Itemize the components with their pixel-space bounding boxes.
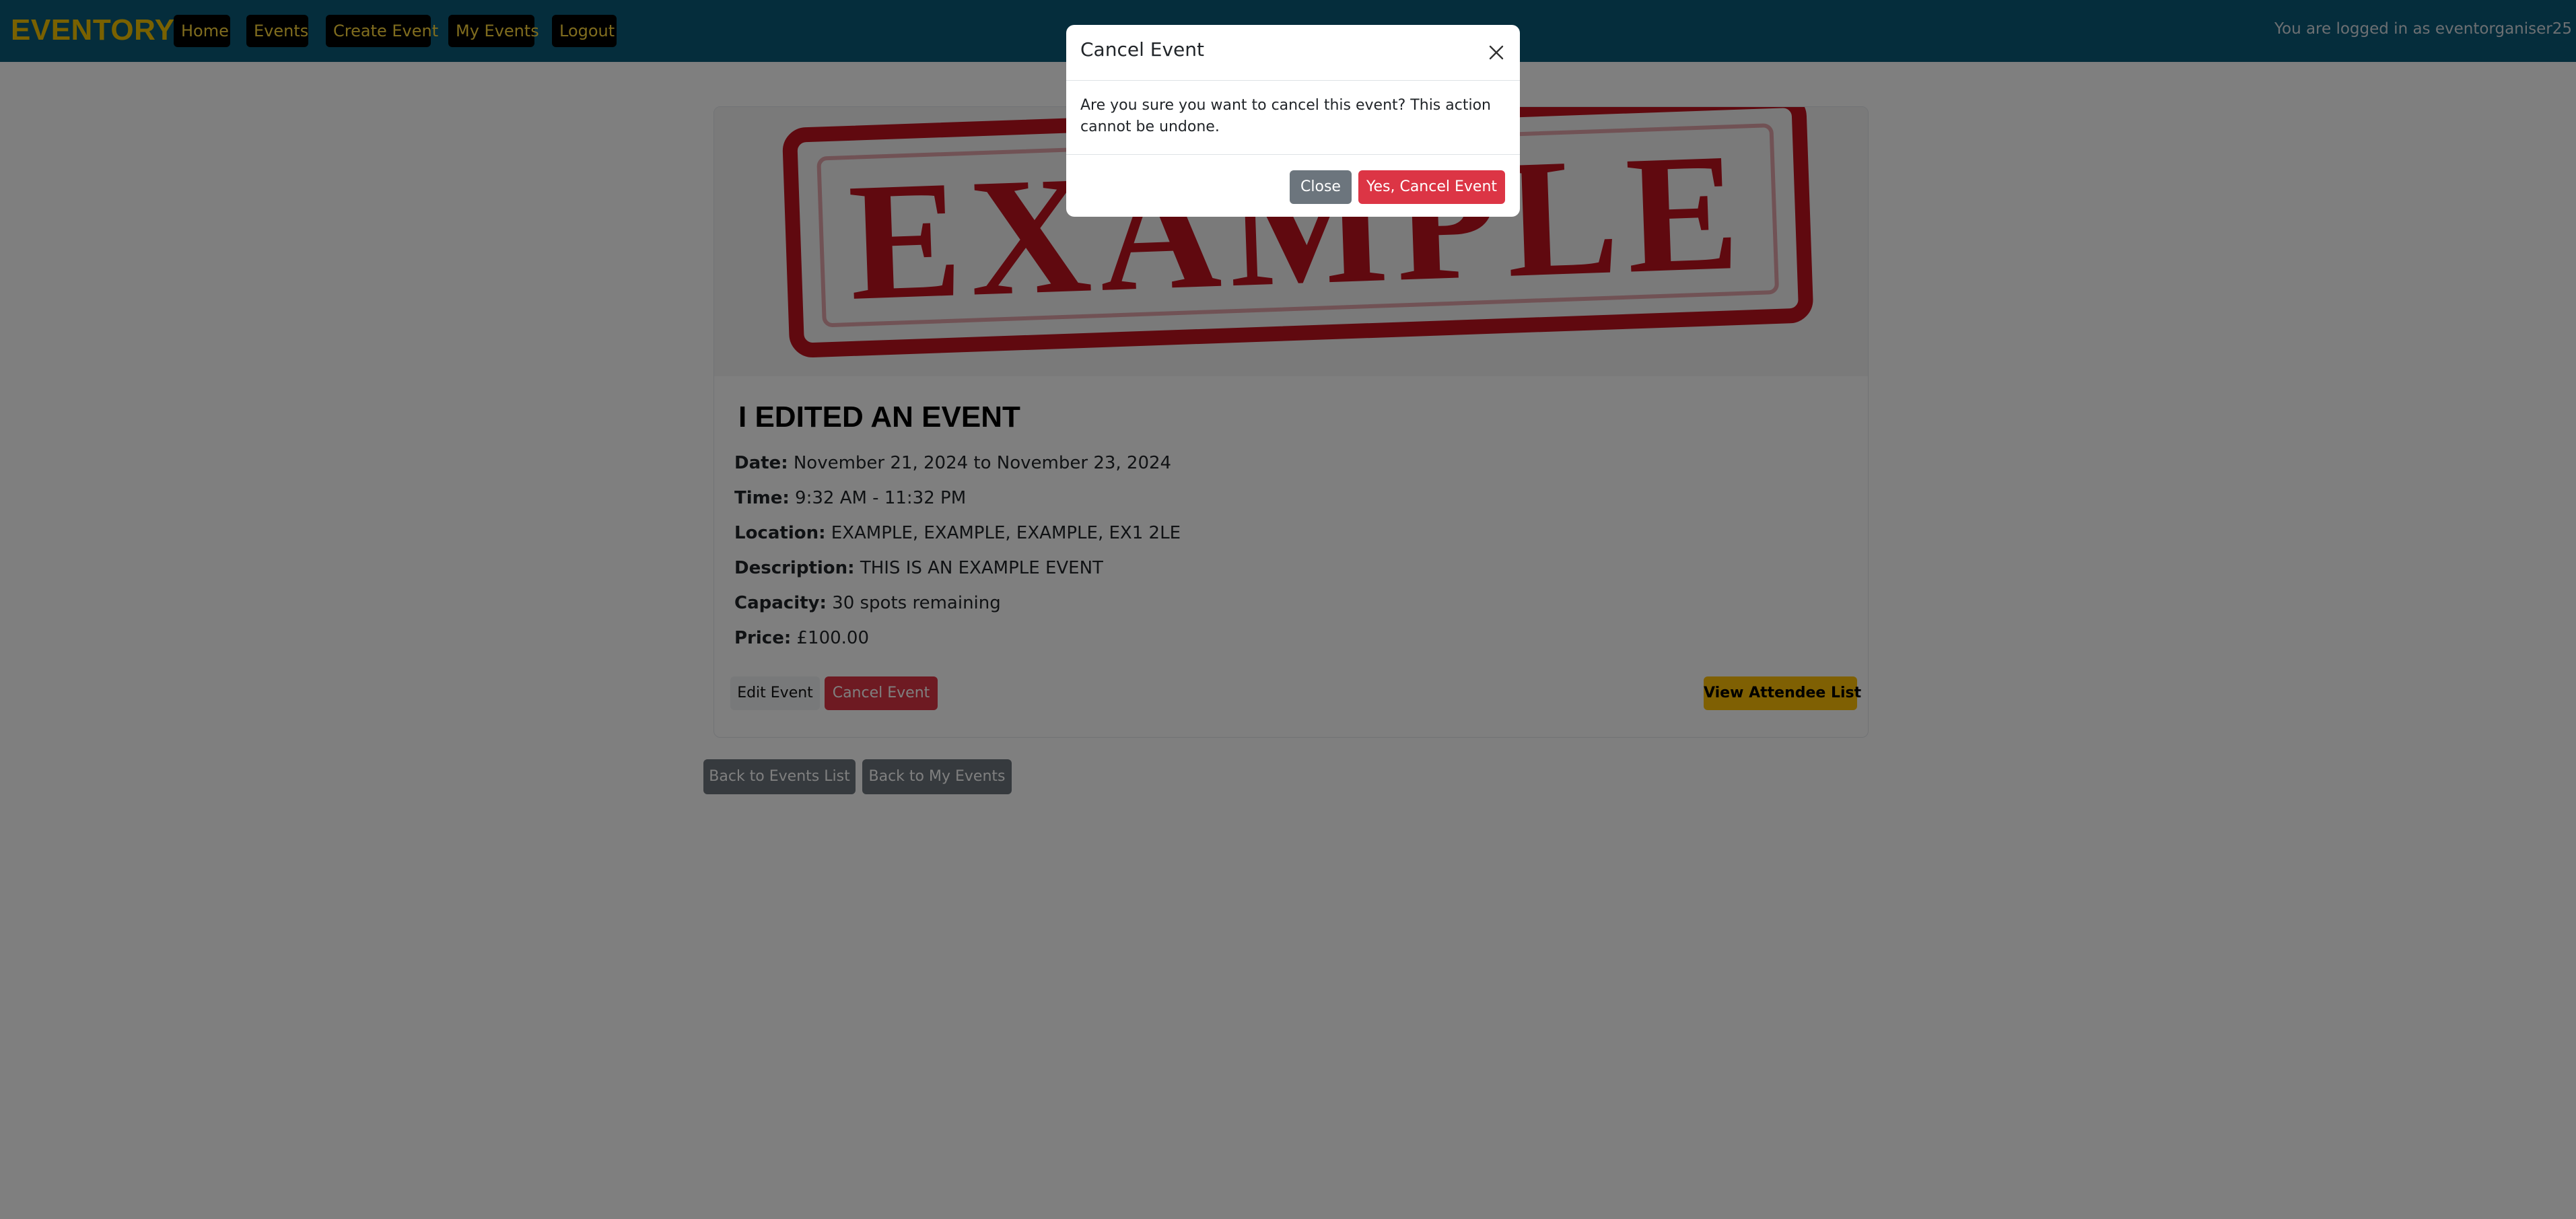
modal-header-divider [1066, 80, 1520, 81]
modal-close-button[interactable]: Close [1290, 170, 1352, 204]
modal-footer-divider [1066, 154, 1520, 155]
close-icon[interactable] [1486, 42, 1506, 63]
confirm-cancel-event-button[interactable]: Yes, Cancel Event [1358, 170, 1505, 204]
modal-title: Cancel Event [1080, 38, 1204, 61]
modal-body-text: Are you sure you want to cancel this eve… [1080, 97, 1491, 135]
cancel-event-modal: Cancel Event Are you sure you want to ca… [1066, 25, 1520, 217]
